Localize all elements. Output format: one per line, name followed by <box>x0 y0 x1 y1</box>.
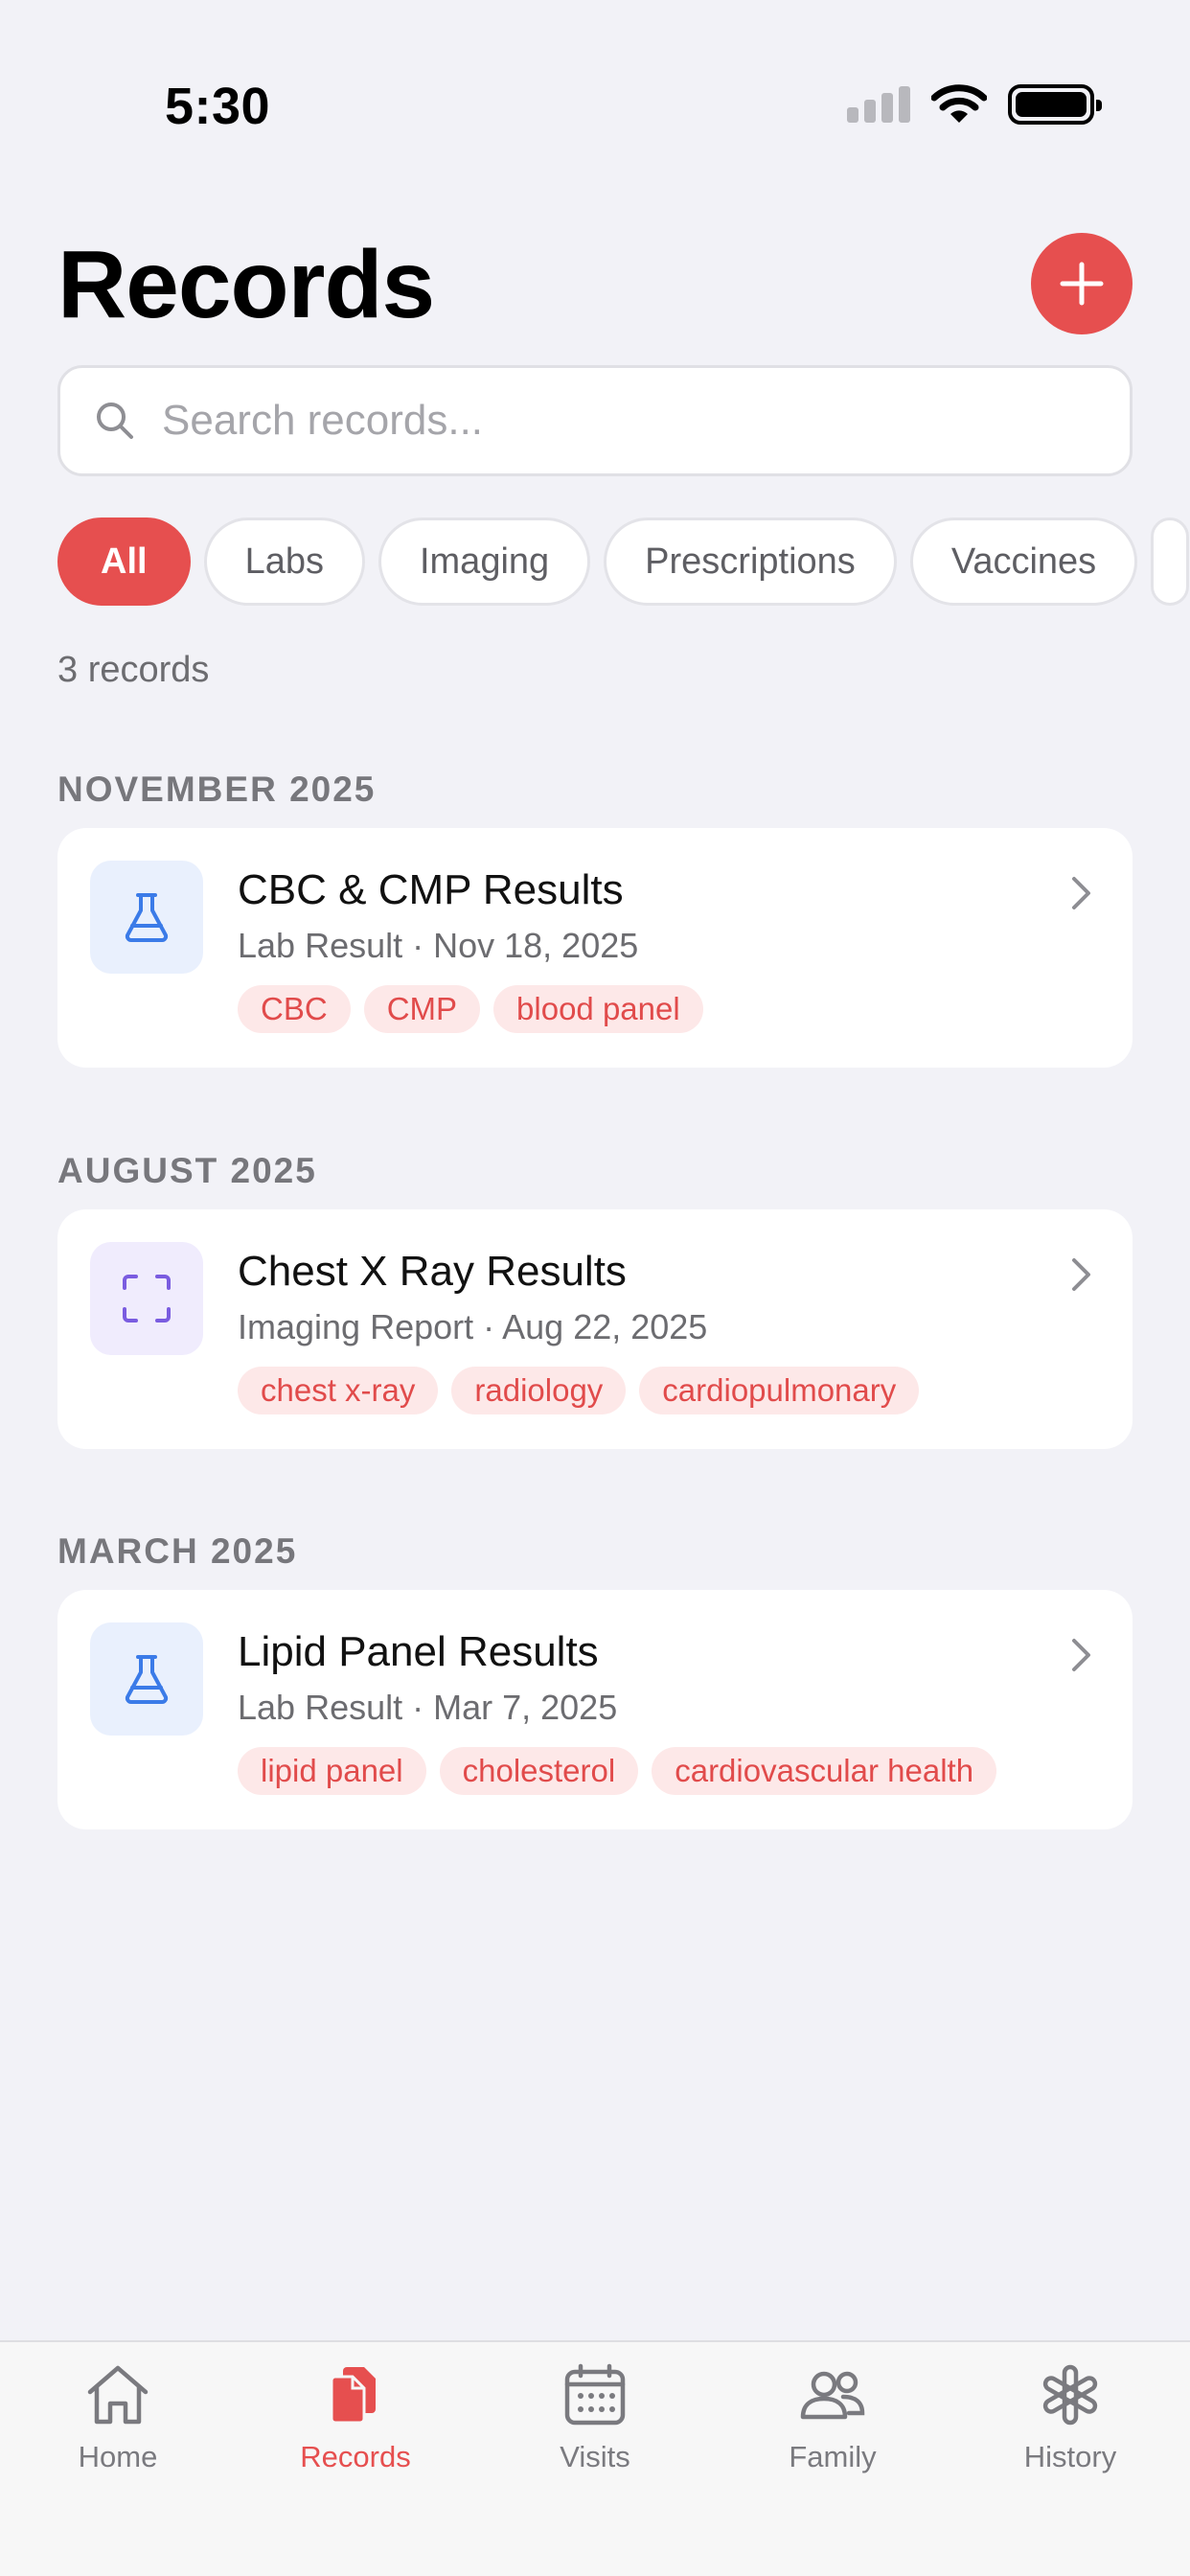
record-title: CBC & CMP Results <box>238 866 624 913</box>
chevron-right-icon <box>1072 877 1090 909</box>
search-input[interactable] <box>162 397 1072 445</box>
page-title: Records <box>57 231 435 338</box>
filter-chip-imaging[interactable]: Imaging <box>378 518 591 606</box>
tag: CMP <box>363 985 481 1033</box>
home-icon <box>87 2365 149 2425</box>
tab-visits[interactable]: Visits <box>499 2363 691 2474</box>
plus-icon <box>1060 262 1104 306</box>
record-subtitle: Imaging Report · Aug 22, 2025 <box>238 1307 708 1346</box>
scan-icon <box>123 1275 171 1322</box>
tab-home[interactable]: Home <box>22 2363 214 2474</box>
record-count: 3 records <box>57 650 210 690</box>
filter-chips: All Labs Imaging Prescriptions Vaccines <box>57 518 1190 606</box>
records-icon <box>330 2367 376 2425</box>
tag: blood panel <box>493 985 703 1033</box>
tag: cardiopulmonary <box>639 1367 920 1414</box>
tag: CBC <box>238 985 351 1033</box>
flask-icon <box>125 1655 169 1704</box>
status-time: 5:30 <box>165 78 271 135</box>
section-title: NOVEMBER 2025 <box>57 770 377 809</box>
calendar-icon <box>564 2363 626 2426</box>
tab-bar: Home Records Visits Family History <box>0 2340 1190 2576</box>
asterisk-icon <box>1042 2364 1098 2426</box>
tag: cholesterol <box>439 1747 639 1795</box>
tab-label: Home <box>78 2440 158 2473</box>
tag: chest x-ray <box>238 1367 439 1414</box>
filter-chip-all[interactable]: All <box>57 518 191 606</box>
record-tags: chest x-ray radiology cardiopulmonary <box>238 1367 920 1414</box>
record-subtitle: Lab Result · Nov 18, 2025 <box>238 926 639 965</box>
record-tags: lipid panel cholesterol cardiovascular h… <box>238 1747 997 1795</box>
search-icon <box>97 402 133 439</box>
status-icons <box>847 84 1102 125</box>
tab-family[interactable]: Family <box>737 2363 928 2474</box>
battery-icon <box>1008 84 1102 125</box>
tag: cardiovascular health <box>652 1747 997 1795</box>
tab-label: History <box>1023 2440 1117 2473</box>
record-type-badge <box>90 1242 203 1355</box>
status-bar: 5:30 <box>0 0 1190 144</box>
record-type-badge <box>90 1622 203 1736</box>
screen: 5:30 Records Search records... All Labs … <box>0 0 1190 2576</box>
flask-icon <box>125 893 169 942</box>
filter-chip-more[interactable] <box>1151 518 1190 606</box>
cellular-signal-icon <box>847 86 910 123</box>
add-record-button[interactable] <box>1031 233 1133 334</box>
section-title: AUGUST 2025 <box>57 1151 317 1190</box>
people-icon <box>800 2371 865 2420</box>
tab-label: Visits <box>560 2440 630 2473</box>
tag: lipid panel <box>238 1747 426 1795</box>
tab-history[interactable]: History <box>974 2363 1166 2474</box>
chevron-right-icon <box>1072 1258 1090 1291</box>
record-card[interactable]: Chest X Ray Results Imaging Report · Aug… <box>57 1209 1133 1449</box>
section-title: MARCH 2025 <box>57 1531 298 1571</box>
search-bar[interactable] <box>57 365 1133 476</box>
record-title: Chest X Ray Results <box>238 1248 627 1295</box>
filter-chip-vaccines[interactable]: Vaccines <box>909 518 1138 606</box>
filter-chip-labs[interactable]: Labs <box>203 518 365 606</box>
record-title: Lipid Panel Results <box>238 1628 599 1675</box>
chevron-right-icon <box>1072 1639 1090 1671</box>
tag: radiology <box>451 1367 627 1414</box>
wifi-icon <box>931 84 987 123</box>
record-tags: CBC CMP blood panel <box>238 985 703 1033</box>
tab-label: Records <box>300 2440 411 2473</box>
record-card[interactable]: CBC & CMP Results Lab Result · Nov 18, 2… <box>57 828 1133 1068</box>
tab-label: Family <box>789 2440 877 2473</box>
tab-records[interactable]: Records <box>260 2363 451 2474</box>
filter-chip-prescriptions[interactable]: Prescriptions <box>604 518 897 606</box>
record-type-badge <box>90 861 203 974</box>
record-card[interactable]: Lipid Panel Results Lab Result · Mar 7, … <box>57 1590 1133 1829</box>
record-subtitle: Lab Result · Mar 7, 2025 <box>238 1688 618 1727</box>
